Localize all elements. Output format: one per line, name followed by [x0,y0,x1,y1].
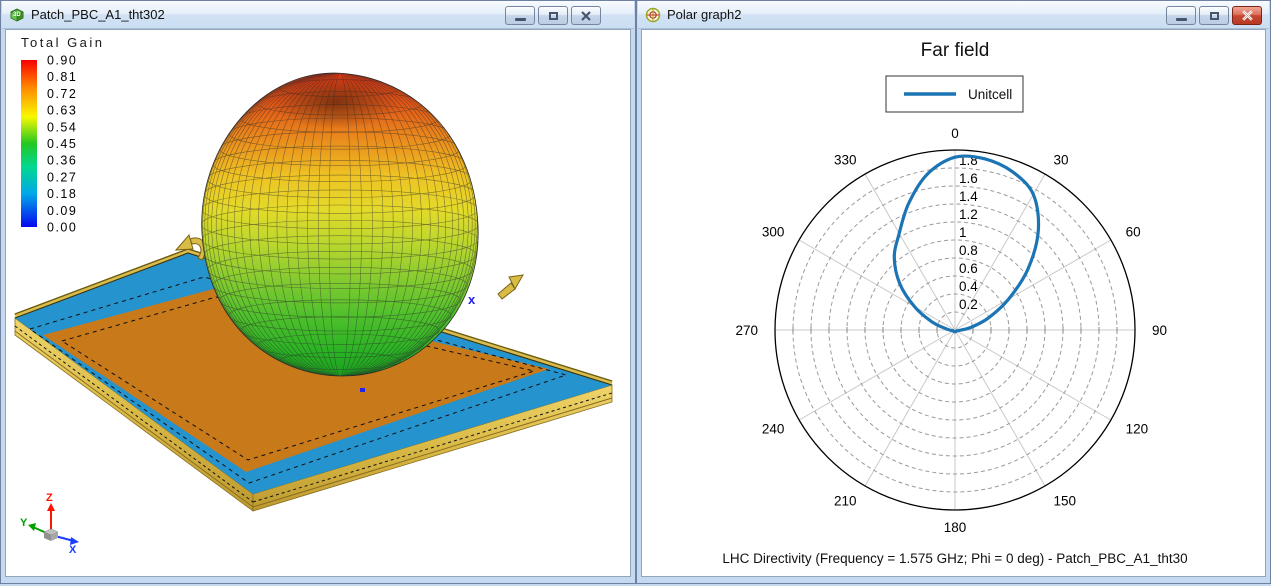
desktop: 3D Patch_PBC_A1_tht302 [0,0,1271,586]
colorbar-tick-label: 0.90 [47,54,77,68]
minimize-button[interactable] [1166,6,1196,25]
titlebar-3d-view[interactable]: 3D Patch_PBC_A1_tht302 [2,1,634,29]
restore-icon [1210,12,1219,20]
lobe-pole-shading [272,75,400,129]
colorbar-tick-label: 0.09 [47,204,77,218]
colorbar: Total Gain 0.90 0.81 0.72 0.63 0.54 0.45 0.36 0… [21,35,105,235]
angle-tick-label: 300 [762,225,785,240]
3d-view-icon: 3D [9,7,25,23]
angle-tick-label: 120 [1126,422,1149,437]
radial-tick-label: 0.4 [959,279,978,294]
z-axis-label: Z [46,492,53,504]
x-marker: x [468,292,476,307]
angle-tick-label: 150 [1054,494,1077,509]
colorbar-tick-label: 0.36 [47,154,77,168]
angle-tick-label: 30 [1054,152,1069,167]
angle-tick-label: 330 [834,152,857,167]
angle-tick-label: 210 [834,494,857,509]
radial-tick-label: 0.2 [959,297,978,312]
radiation-lobe [201,73,479,376]
polar-chart: Far field Unitcell 0 30 60 90 120 150 180 210 24… [642,30,1266,577]
minimize-icon [515,18,526,21]
restore-button[interactable] [1199,6,1229,25]
3d-scene: x Total Gain 0.90 0.81 0.72 0.63 0.54 0.45 0.3… [6,30,631,577]
center-marker [360,388,365,392]
minimize-button[interactable] [505,6,535,25]
radial-tick-label: 0.6 [959,261,978,276]
chart-caption: LHC Directivity (Frequency = 1.575 GHz; … [722,551,1187,566]
colorbar-tick-label: 0.45 [47,137,77,151]
polar-spoke [955,330,1111,420]
restore-button[interactable] [538,6,568,25]
angle-tick-label: 180 [944,520,967,535]
legend-entry-label: Unitcell [968,87,1012,102]
angle-tick-label: 0 [951,126,959,141]
restore-icon [549,12,558,20]
x-axis-label: X [69,544,77,556]
titlebar-polar-graph[interactable]: Polar graph2 [638,1,1269,29]
polar-graph-icon [645,7,661,23]
window-3d-view[interactable]: 3D Patch_PBC_A1_tht302 [0,0,636,584]
radial-tick-label: 0.8 [959,243,978,258]
3d-canvas[interactable]: x Total Gain 0.90 0.81 0.72 0.63 0.54 0.45 0.3… [5,29,631,577]
colorbar-tick-label: 0.63 [47,104,77,118]
window-polar-graph[interactable]: Polar graph2 Far field Unitcell [636,0,1271,584]
radial-tick-label: 1.2 [959,207,978,222]
polar-grid [775,150,1135,510]
radial-tick-label: 1.4 [959,189,978,204]
angle-tick-label: 90 [1152,323,1167,338]
colorbar-title: Total Gain [21,35,105,50]
close-icon [1241,9,1254,22]
polar-spoke [799,330,955,420]
angle-tick-label: 270 [735,323,758,338]
colorbar-gradient [21,60,37,227]
polar-spoke [865,330,955,486]
axis-triad: Z Y X [20,492,79,556]
angle-tick-label: 60 [1126,225,1141,240]
chart-legend: Unitcell [886,76,1023,112]
angle-tick-label: 240 [762,422,785,437]
y-axis-label: Y [20,517,28,529]
colorbar-tick-label: 0.81 [47,70,77,84]
colorbar-tick-label: 0.54 [47,120,77,134]
close-icon [580,10,592,22]
chart-title: Far field [921,40,990,61]
svg-text:3D: 3D [13,12,21,18]
window-title: Patch_PBC_A1_tht302 [31,7,165,22]
colorbar-tick-label: 0.72 [47,87,77,101]
minimize-icon [1176,18,1187,21]
colorbar-tick-label: 0.27 [47,170,77,184]
close-button[interactable] [571,6,601,25]
radial-tick-label: 1 [959,225,967,240]
colorbar-tick-label: 0.00 [47,221,77,235]
window-title: Polar graph2 [667,7,741,22]
close-button[interactable] [1232,6,1262,25]
polar-plot-canvas[interactable]: Far field Unitcell 0 30 60 90 120 150 180 210 24… [641,29,1266,577]
radial-tick-label: 1.6 [959,171,978,186]
colorbar-tick-label: 0.18 [47,187,77,201]
port-arrow-right [498,275,523,299]
